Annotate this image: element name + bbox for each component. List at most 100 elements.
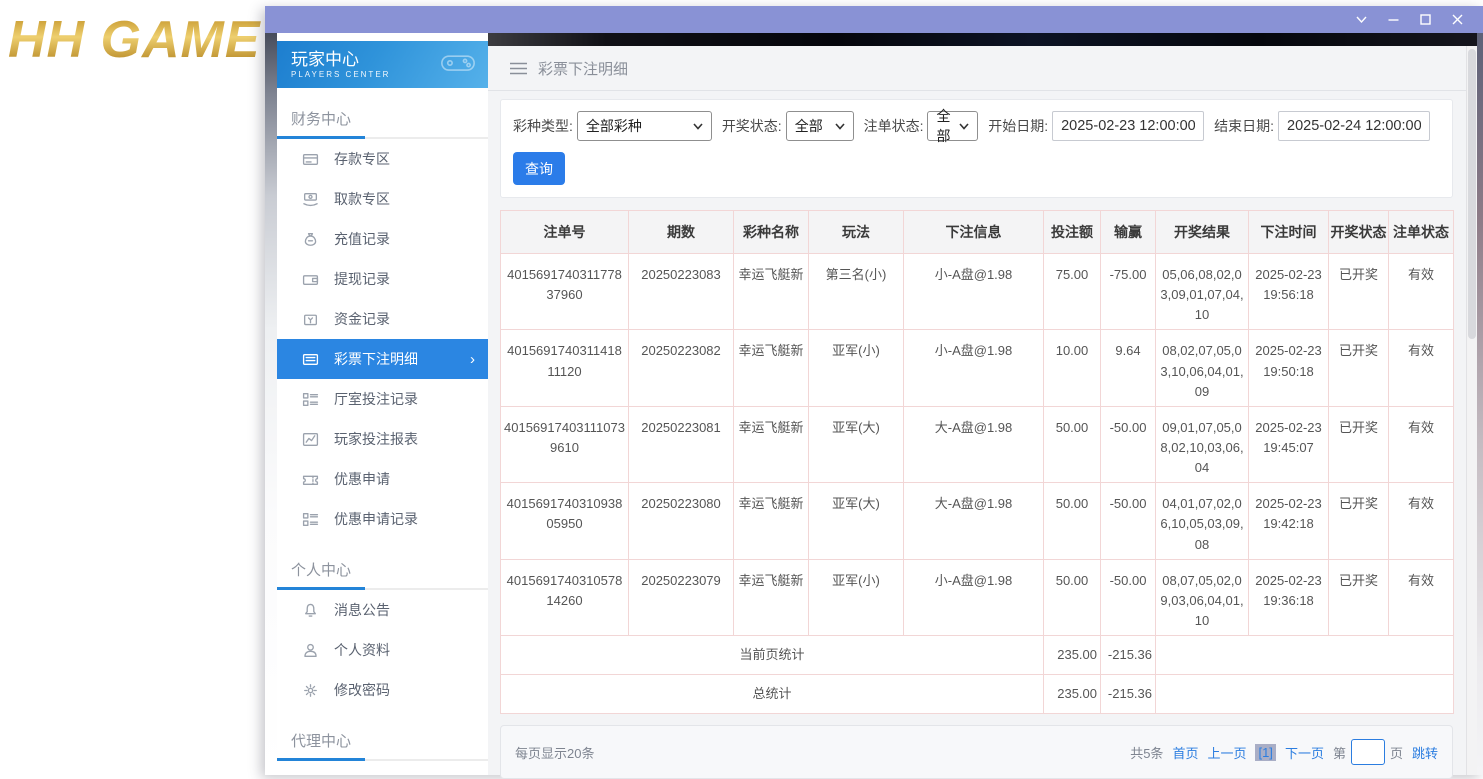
- bets-table-card: 注单号期数彩种名称玩法下注信息投注额输赢开奖结果下注时间开奖状态注单状态4015…: [500, 210, 1453, 714]
- sidebar-item-label: 个人资料: [334, 640, 390, 660]
- sidebar-item-withdraw-hand[interactable]: 取款专区: [277, 179, 488, 219]
- maximize-icon: [1419, 13, 1432, 26]
- window-titlebar: [265, 6, 1483, 33]
- sidebar-item-coupon[interactable]: 优惠申请: [277, 459, 488, 499]
- sidebar-item-label: 玩家投注报表: [334, 429, 418, 449]
- window-maximize-button[interactable]: [1409, 6, 1441, 33]
- sidebar-item-label: 厅室投注记录: [334, 389, 418, 409]
- cell-order-id: 401569174031110739610: [501, 406, 629, 482]
- site-logo: HH GAME: [8, 10, 261, 70]
- menu-toggle-icon[interactable]: [510, 62, 527, 75]
- sidebar-item-deposit-card[interactable]: 存款专区: [277, 139, 488, 179]
- cell-draw-result: 08,02,07,05,03,10,06,04,01,09: [1156, 330, 1249, 406]
- sidebar-item-label: 提现记录: [334, 269, 390, 289]
- cell-order-id: 401569174031177837960: [501, 254, 629, 330]
- jump-button[interactable]: 跳转: [1412, 743, 1438, 762]
- sidebar-subtitle: PLAYERS CENTER: [291, 70, 390, 79]
- cell-period: 20250223083: [629, 254, 734, 330]
- cell-play-type: 亚军(大): [809, 406, 904, 482]
- cell-draw-result: 08,07,05,02,09,03,06,04,01,10: [1156, 559, 1249, 635]
- jump-suffix-label: 页: [1390, 743, 1403, 762]
- wallet-icon: [302, 271, 319, 288]
- sidebar-item-moneybag[interactable]: 充值记录: [277, 219, 488, 259]
- table-row: 40156917403105781426020250223079幸运飞艇新亚军(…: [501, 559, 1454, 635]
- sidebar-item-bell[interactable]: 消息公告: [277, 590, 488, 630]
- sidebar-item-label: 优惠申请: [334, 469, 390, 489]
- window-minimize-button[interactable]: [1377, 6, 1409, 33]
- column-header: 投注额: [1044, 211, 1101, 254]
- order-status-value: 全部: [936, 106, 951, 146]
- window-collapse-button[interactable]: [1345, 6, 1377, 33]
- cell-bet-amount: 50.00: [1044, 406, 1101, 482]
- content-top-strip: [488, 33, 1477, 46]
- sidebar-item-coupon-record[interactable]: 优惠申请记录: [277, 499, 488, 539]
- column-header: 注单状态: [1389, 211, 1454, 254]
- cell-draw-status: 已开奖: [1329, 559, 1389, 635]
- cell-draw-status: 已开奖: [1329, 483, 1389, 559]
- pagination-bar: 每页显示20条 共5条 首页 上一页 [1] 下一页 第 页 跳转: [500, 725, 1453, 779]
- report-icon: [302, 431, 319, 448]
- summary-bet-total: 235.00: [1044, 675, 1101, 714]
- sidebar-item-funds[interactable]: 资金记录: [277, 299, 488, 339]
- order-status-select[interactable]: 全部: [927, 111, 978, 141]
- draw-status-label: 开奖状态:: [722, 116, 782, 136]
- cell-bet-amount: 50.00: [1044, 559, 1101, 635]
- sidebar-header: 玩家中心 PLAYERS CENTER: [277, 41, 488, 88]
- cell-period: 20250223080: [629, 483, 734, 559]
- bell-icon: [302, 602, 319, 619]
- scrollbar-thumb[interactable]: [1468, 49, 1476, 339]
- cell-order-status: 有效: [1389, 406, 1454, 482]
- summary-label: 当前页统计: [501, 636, 1044, 675]
- lottery-type-select[interactable]: 全部彩种: [577, 111, 712, 141]
- sidebar-item-wallet[interactable]: 提现记录: [277, 259, 488, 299]
- page-jump-input[interactable]: [1351, 739, 1385, 765]
- chevron-right-icon: ›: [470, 351, 475, 368]
- summary-row: 当前页统计235.00-215.36: [501, 636, 1454, 675]
- scrollbar[interactable]: [1466, 46, 1477, 775]
- column-header: 输赢: [1101, 211, 1156, 254]
- search-button[interactable]: 查询: [513, 152, 565, 185]
- sidebar-section: 个人中心消息公告个人资料修改密码: [277, 549, 488, 710]
- funds-icon: [302, 311, 319, 328]
- total-count-text: 共5条: [1130, 743, 1163, 762]
- gamepad-icon: [440, 51, 476, 78]
- next-page-link[interactable]: 下一页: [1285, 743, 1324, 762]
- sidebar-item-gear[interactable]: 修改密码: [277, 670, 488, 710]
- sidebar-item-label: 彩票下注明细: [334, 349, 418, 369]
- chevron-down-icon: [1355, 14, 1368, 25]
- sidebar-item-user[interactable]: 个人资料: [277, 630, 488, 670]
- first-page-link[interactable]: 首页: [1172, 743, 1198, 762]
- column-header: 彩种名称: [734, 211, 809, 254]
- end-date-label: 结束日期:: [1214, 116, 1274, 136]
- table-row: 40156917403114181112020250223082幸运飞艇新亚军(…: [501, 330, 1454, 406]
- cell-order-status: 有效: [1389, 483, 1454, 559]
- sidebar-item-lottery-detail[interactable]: 彩票下注明细 ›: [277, 339, 488, 379]
- sidebar-item-label: 充值记录: [334, 229, 390, 249]
- chevron-down-icon: [693, 123, 703, 130]
- hall-record-icon: [302, 391, 319, 408]
- sidebar-item-label: 资金记录: [334, 309, 390, 329]
- section-divider: [277, 759, 488, 761]
- draw-status-select[interactable]: 全部: [786, 111, 854, 141]
- current-page-indicator[interactable]: [1]: [1255, 744, 1275, 761]
- cell-bet-info: 小-A盘@1.98: [904, 330, 1044, 406]
- end-date-input[interactable]: [1278, 111, 1430, 141]
- sidebar-item-hall-record[interactable]: 厅室投注记录: [277, 379, 488, 419]
- window-close-button[interactable]: [1441, 6, 1473, 33]
- cell-period: 20250223079: [629, 559, 734, 635]
- withdraw-hand-icon: [302, 191, 319, 208]
- sidebar-item-label: 取款专区: [334, 189, 390, 209]
- cell-order-status: 有效: [1389, 330, 1454, 406]
- start-date-input[interactable]: [1052, 111, 1204, 141]
- prev-page-link[interactable]: 上一页: [1207, 743, 1246, 762]
- cell-order-id: 401569174031057814260: [501, 559, 629, 635]
- sidebar-item-report[interactable]: 玩家投注报表: [277, 419, 488, 459]
- cell-bet-time: 2025-02-23 19:45:07: [1249, 406, 1329, 482]
- summary-winloss-total: -215.36: [1101, 636, 1156, 675]
- coupon-record-icon: [302, 511, 319, 528]
- deposit-card-icon: [302, 151, 319, 168]
- sidebar-nav: 财务中心存款专区取款专区充值记录提现记录资金记录彩票下注明细›厅室投注记录玩家投…: [277, 98, 488, 761]
- cell-order-status: 有效: [1389, 254, 1454, 330]
- cell-draw-result: 05,06,08,02,03,09,01,07,04,10: [1156, 254, 1249, 330]
- cell-bet-info: 大-A盘@1.98: [904, 406, 1044, 482]
